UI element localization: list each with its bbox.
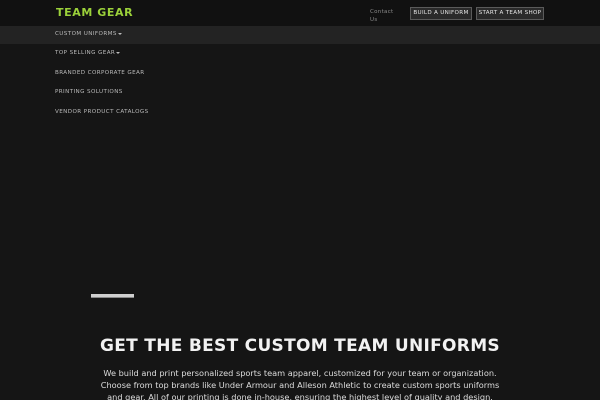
logo[interactable]: TEAM GEAR	[56, 6, 133, 19]
menu-item-label: TOP SELLING GEAR	[55, 50, 116, 56]
menu-item-custom-uniforms[interactable]: CUSTOM UNIFORMS	[55, 31, 122, 37]
start-a-team-shop-button[interactable]: START A TEAM SHOP	[476, 7, 544, 20]
menu-item-top-selling-gear[interactable]: TOP SELLING GEAR	[55, 50, 121, 56]
hero-description: We build and print personalized sports t…	[100, 368, 500, 400]
hero-title: GET THE BEST CUSTOM TEAM UNIFORMS	[100, 336, 500, 356]
menu-item-vendor-product-catalogs[interactable]: VENDOR PRODUCT CATALOGS	[55, 109, 149, 115]
top-bar: TEAM GEAR Contact Us BUILD A UNIFORM STA…	[0, 0, 600, 26]
menu-item-label: VENDOR PRODUCT CATALOGS	[55, 109, 149, 115]
menu-item-printing-solutions[interactable]: PRINTING SOLUTIONS	[55, 89, 123, 95]
caret-down-icon	[117, 32, 122, 35]
menu-item-branded-corporate-gear[interactable]: BRANDED CORPORATE GEAR	[55, 70, 145, 76]
menu-item-label: BRANDED CORPORATE GEAR	[55, 70, 145, 76]
slider-indicator[interactable]	[91, 294, 134, 298]
menu-item-label: PRINTING SOLUTIONS	[55, 89, 123, 95]
contact-us-link[interactable]: Contact Us	[370, 8, 398, 24]
menu-item-label: CUSTOM UNIFORMS	[55, 31, 117, 37]
caret-down-icon	[116, 51, 121, 54]
build-a-uniform-button[interactable]: BUILD A UNIFORM	[410, 7, 472, 20]
